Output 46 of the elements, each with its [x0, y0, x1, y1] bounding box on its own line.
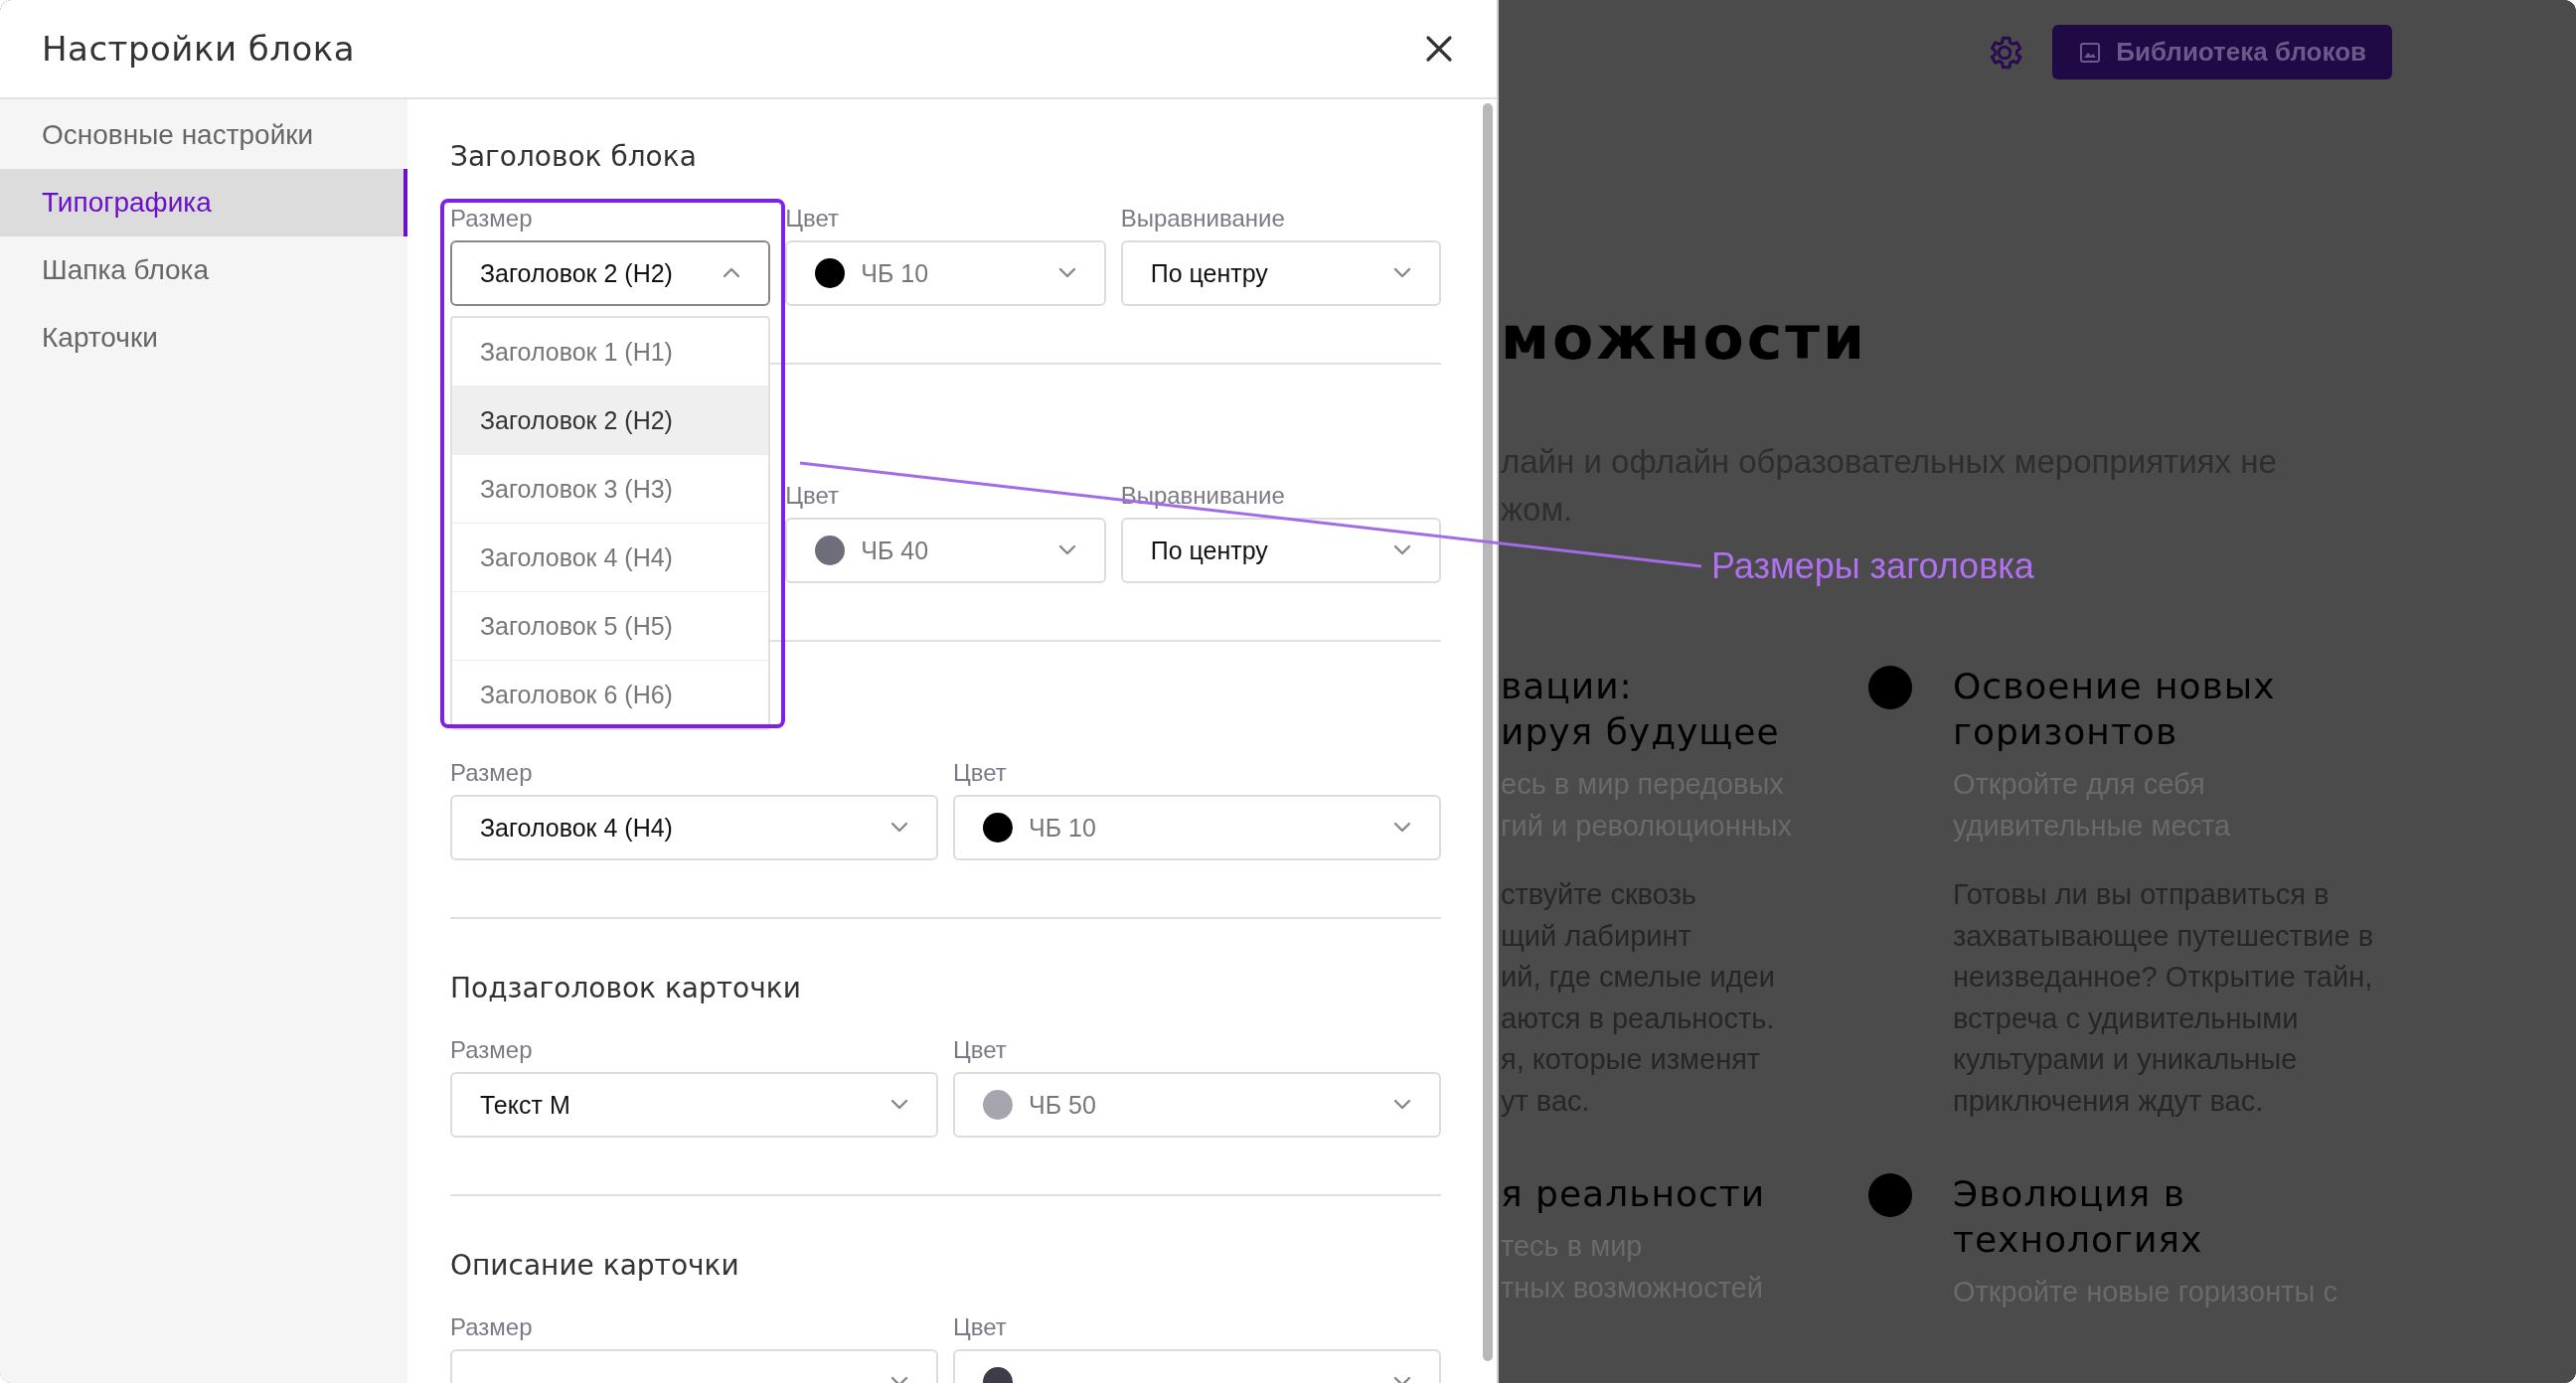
image-icon [2078, 40, 2103, 65]
field-label: Цвет [953, 1035, 1008, 1065]
dropdown-field[interactable]: Текст M [450, 1072, 938, 1138]
section-title: Описание карточки [450, 1248, 740, 1284]
dropdown-option[interactable]: Заголовок 3 (H3) [452, 454, 769, 523]
section-title: Заголовок блока [450, 139, 698, 175]
dropdown-option[interactable]: Заголовок 4 (H4) [452, 523, 769, 591]
field-label: Размер [450, 758, 534, 788]
dropdown-field[interactable]: ЧБ 50 [953, 1072, 1441, 1138]
dropdown-field[interactable]: ЧБ 40 [785, 518, 1106, 583]
sidebar-item[interactable]: Шапка блока [0, 236, 407, 304]
card-title: Эволюция в технологиях [1953, 1172, 2204, 1262]
sidebar-item[interactable]: Основные настройки [0, 101, 407, 169]
field-label: Размер [450, 1312, 534, 1342]
field-label: Выравнивание [1120, 481, 1286, 511]
card-title: вации: ируя будущее [1501, 665, 1781, 754]
bullet-dot [1868, 666, 1912, 709]
library-button[interactable]: Библиотека блоков [2052, 25, 2392, 79]
field-label: Размер [450, 204, 534, 233]
field-label: Размер [450, 1035, 534, 1065]
card-title: я реальности [1501, 1172, 1766, 1216]
dropdown-field[interactable]: По центру [1120, 240, 1441, 306]
dropdown-option[interactable]: Заголовок 5 (H5) [452, 591, 769, 660]
dropdown-option[interactable]: Заголовок 2 (H2) [452, 385, 769, 454]
dropdown-option[interactable]: Заголовок 1 (H1) [452, 318, 769, 385]
dialog-title: Настройки блока [42, 29, 356, 69]
dropdown-field[interactable]: ЧБ 10 [785, 240, 1106, 306]
scrollbar[interactable] [1483, 103, 1493, 1361]
dropdown-option[interactable]: Заголовок 6 (H6) [452, 660, 769, 728]
field-label: Цвет [953, 758, 1008, 788]
dropdown-field[interactable]: ЧБ 10 [953, 795, 1441, 860]
card-title: Освоение новых горизонтов [1953, 665, 2277, 754]
dropdown-field[interactable]: Заголовок 2 (H2) [450, 240, 771, 306]
field-label: Цвет [953, 1312, 1008, 1342]
bullet-dot [1868, 1173, 1912, 1217]
dropdown-field[interactable]: По центру [1120, 518, 1441, 583]
section-title: Подзаголовок карточки [450, 971, 802, 1006]
sidebar-item[interactable]: Карточки [0, 304, 407, 372]
close-icon [1425, 35, 1453, 63]
page-heading: можности [1501, 303, 1869, 373]
callout-label: Размеры заголовка [1711, 544, 2034, 588]
field-label: Цвет [785, 481, 841, 511]
sidebar-item[interactable]: Типографика [0, 169, 407, 236]
dropdown-field[interactable]: Заголовок 4 (H4) [450, 795, 938, 860]
field-label: Выравнивание [1120, 204, 1286, 233]
field-label: Цвет [785, 204, 841, 233]
